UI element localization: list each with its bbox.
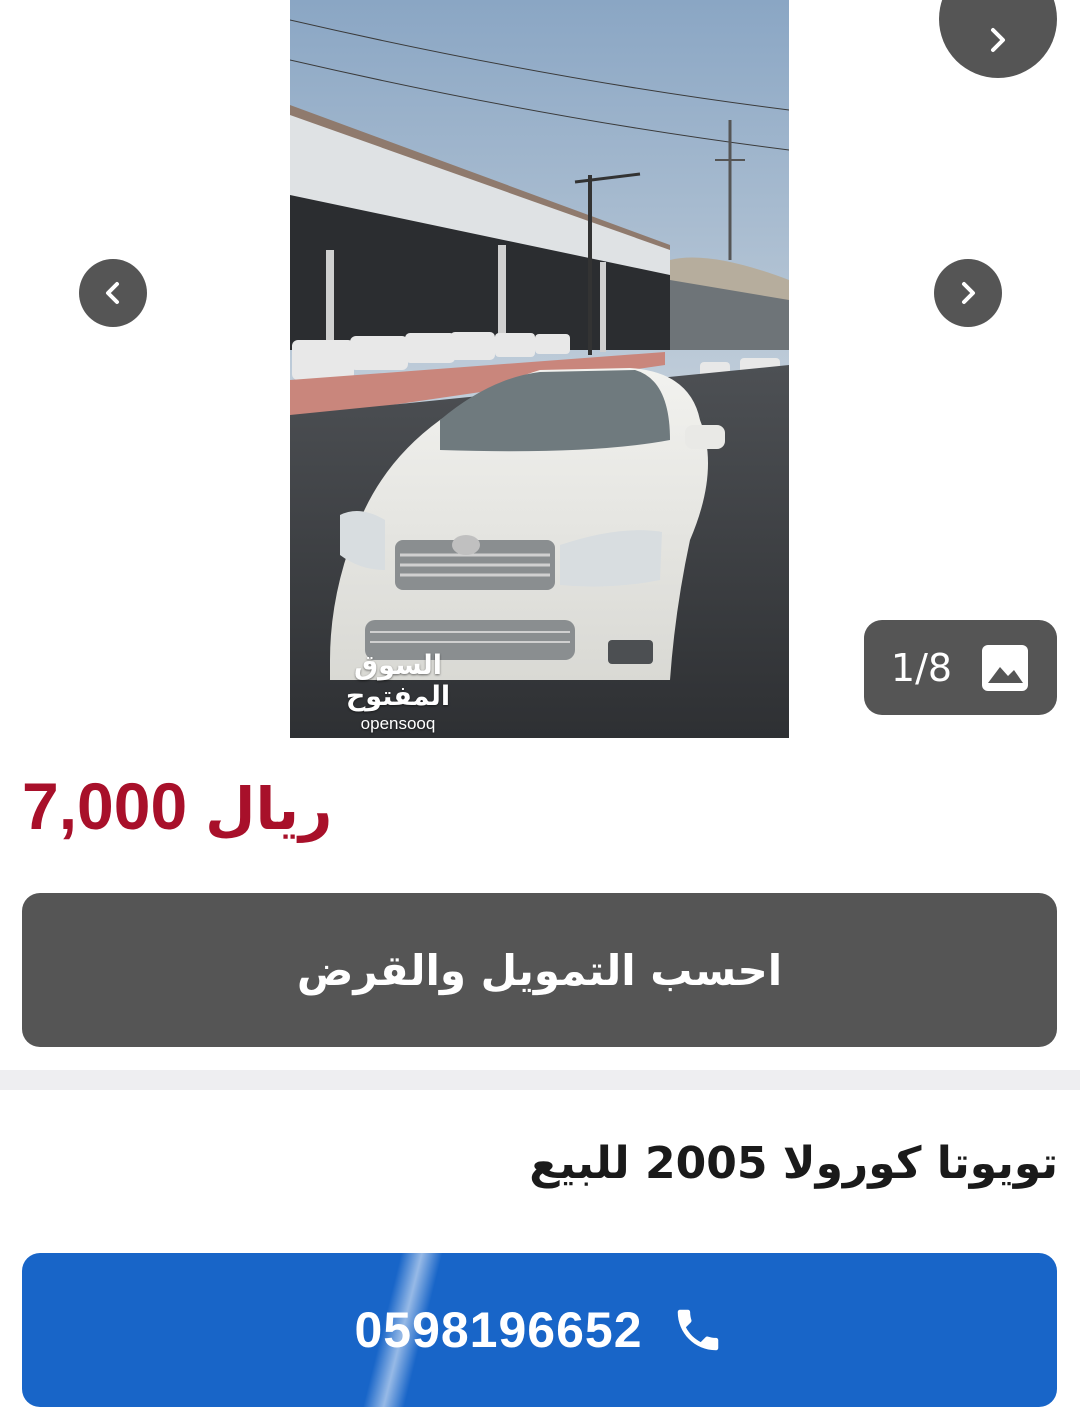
section-divider bbox=[0, 1070, 1080, 1090]
image-counter-badge[interactable]: 1/8 bbox=[864, 620, 1057, 715]
car-photo-illustration bbox=[290, 0, 789, 738]
image-gallery[interactable]: السوق المفتوح opensooq 1/8 bbox=[0, 0, 1080, 738]
watermark-english: opensooq bbox=[360, 714, 436, 733]
image-icon bbox=[982, 644, 1029, 691]
listing-title: تويوتا كورولا 2005 للبيع bbox=[529, 1138, 1058, 1189]
price: ريال 7,000 bbox=[22, 768, 332, 844]
next-image-button[interactable] bbox=[934, 259, 1002, 327]
chevron-right-icon bbox=[991, 28, 1005, 52]
watermark-arabic: السوق المفتوح bbox=[345, 650, 451, 712]
next-image-button-top[interactable] bbox=[939, 0, 1057, 78]
phone-icon bbox=[677, 1309, 718, 1351]
price-amount: 7,000 bbox=[22, 769, 188, 843]
chevron-right-icon bbox=[962, 282, 975, 304]
image-counter: 1/8 bbox=[890, 645, 953, 690]
phone-number: 0598196652 bbox=[354, 1302, 643, 1358]
finance-calculator-button[interactable]: احسب التمويل والقرض bbox=[22, 893, 1057, 1047]
price-currency: ريال bbox=[205, 775, 333, 843]
watermark: السوق المفتوح opensooq bbox=[308, 650, 488, 734]
call-button[interactable]: 0598196652 bbox=[22, 1253, 1057, 1407]
chevron-left-icon bbox=[106, 282, 119, 304]
previous-image-button[interactable] bbox=[79, 259, 147, 327]
car-photo[interactable]: السوق المفتوح opensooq bbox=[290, 0, 789, 738]
